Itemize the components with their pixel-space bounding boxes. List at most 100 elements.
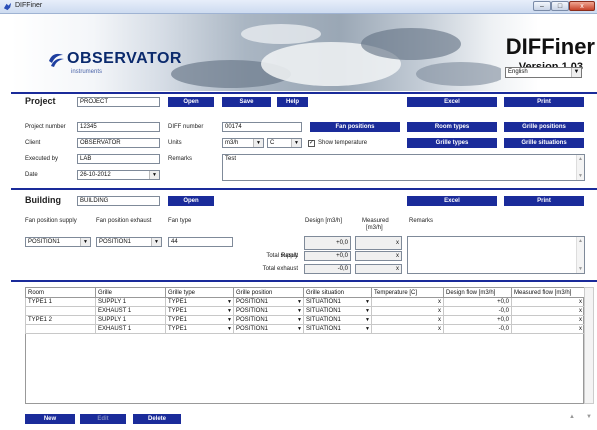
close-button[interactable]: x [569,1,595,11]
show-temperature-label: Show temperature [318,140,368,146]
diff-number-field[interactable]: 00174 [222,122,302,132]
observator-logo-icon [49,53,64,67]
grille-position-cell[interactable]: POSITION1 ▼ [233,306,304,316]
new-button[interactable]: New [25,414,75,424]
design-flow-cell[interactable]: +0,0 [443,297,512,307]
temperature-cell[interactable]: x [371,315,444,325]
delete-button[interactable]: Delete [133,414,181,424]
grille-type-value: TYPE1 [168,326,188,332]
grille-cell[interactable]: SUPPLY 1 [95,315,166,325]
logo-text: OBSERVATOR [67,50,182,67]
room-cell[interactable] [25,324,96,334]
table-row[interactable]: EXHAUST 1 TYPE1 ▼ POSITION1 ▼ SITUATION1 ▼ … [25,324,585,334]
building-open-button[interactable]: Open [168,196,214,206]
scroll-up-icon[interactable]: ▲ [569,414,575,420]
edit-button[interactable]: Edit [80,414,126,424]
chevron-down-icon: ▼ [227,308,232,314]
design-flow-cell[interactable]: +0,0 [443,315,512,325]
column-header[interactable]: Grille [95,287,166,298]
chevron-down-icon: ▼ [365,308,370,314]
design-column-label: Design [m3/h] [305,218,343,224]
project-help-button[interactable]: Help [277,97,308,107]
grid-scrollbar[interactable] [584,287,594,404]
minimize-button[interactable]: – [533,1,551,11]
project-print-button[interactable]: Print [504,97,584,107]
grille-position-cell[interactable]: POSITION1 ▼ [233,297,304,307]
chevron-down-icon: ▼ [227,299,232,305]
project-divider [11,92,597,94]
temperature-cell[interactable]: x [371,324,444,334]
scroll-down-icon[interactable]: ▼ [586,414,592,420]
project-open-button[interactable]: Open [168,97,214,107]
client-field[interactable]: OBSERVATOR [77,138,160,148]
room-types-button[interactable]: Room types [407,122,497,132]
column-header[interactable]: Design flow [m3/h] [443,287,512,298]
chevron-down-icon: ▼ [80,238,90,246]
grille-type-cell[interactable]: TYPE1 ▼ [165,306,234,316]
grille-cell[interactable]: SUPPLY 1 [95,297,166,307]
temperature-cell[interactable]: x [371,297,444,307]
grille-positions-button[interactable]: Grille positions [504,122,584,132]
building-excel-button[interactable]: Excel [407,196,497,206]
grille-types-button[interactable]: Grille types [407,138,497,148]
grille-situation-cell[interactable]: SITUATION1 ▼ [303,324,372,334]
grille-position-cell[interactable]: POSITION1 ▼ [233,315,304,325]
project-name-field[interactable]: PROJECT [77,97,160,107]
grille-type-cell[interactable]: TYPE1 ▼ [165,324,234,334]
column-header[interactable]: Grille position [233,287,304,298]
room-cell[interactable]: TYPE1 1 [25,297,96,307]
temperature-cell[interactable]: x [371,306,444,316]
project-number-field[interactable]: 12345 [77,122,160,132]
remarks-scrollbar[interactable]: ▲ ▼ [576,155,584,180]
language-select[interactable]: English ▼ [505,67,582,78]
fan-positions-button[interactable]: Fan positions [310,122,400,132]
grille-type-cell[interactable]: TYPE1 ▼ [165,297,234,307]
total-exhaust-design-value: -0,0 [304,264,351,274]
temperature-unit-select[interactable]: C ▼ [267,138,302,148]
maximize-button[interactable]: □ [551,1,569,11]
fan-supply-select[interactable]: POSITION1 ▼ [25,237,91,247]
measured-flow-cell[interactable]: x [511,324,585,334]
chevron-down-icon: ▼ [297,317,302,323]
show-temperature-checkbox[interactable]: ✓ [308,140,315,147]
grille-situation-cell[interactable]: SITUATION1 ▼ [303,297,372,307]
column-header[interactable]: Measured flow [m3/h] [511,287,585,298]
column-header[interactable]: Room [25,287,96,298]
flow-unit-select[interactable]: m3/h ▼ [222,138,264,148]
column-header[interactable]: Grille situation [303,287,372,298]
design-flow-cell[interactable]: -0,0 [443,324,512,334]
fan-type-field[interactable]: 44 [168,237,233,247]
grille-situation-cell[interactable]: SITUATION1 ▼ [303,315,372,325]
fan-exhaust-select[interactable]: POSITION1 ▼ [96,237,162,247]
building-name-field[interactable]: BUILDING [77,196,160,206]
table-row[interactable]: TYPE1 1 SUPPLY 1 TYPE1 ▼ POSITION1 ▼ SITUA… [25,297,585,307]
column-header[interactable]: Grille type [165,287,234,298]
measured-flow-cell[interactable]: x [511,315,585,325]
project-save-button[interactable]: Save [222,97,271,107]
room-cell[interactable] [25,306,96,316]
building-print-button[interactable]: Print [504,196,584,206]
executed-by-field[interactable]: LAB [77,154,160,164]
grille-cell[interactable]: EXHAUST 1 [95,306,166,316]
measured-flow-cell[interactable]: x [511,297,585,307]
grille-situation-cell[interactable]: SITUATION1 ▼ [303,306,372,316]
date-picker[interactable]: 26-10-2012 ▼ [77,170,160,180]
column-header[interactable]: Temperature [C] [371,287,444,298]
fan-type-label: Fan type [168,218,192,224]
building-remarks-textarea[interactable]: ▲ ▼ [407,236,585,274]
logo-subtext: instruments [71,69,103,75]
table-row[interactable]: EXHAUST 1 TYPE1 ▼ POSITION1 ▼ SITUATION1 ▼ … [25,306,585,316]
project-remarks-textarea[interactable]: Test ▲ ▼ [222,154,585,181]
building-remarks-scrollbar[interactable]: ▲ ▼ [576,237,584,273]
grille-type-cell[interactable]: TYPE1 ▼ [165,315,234,325]
fan-exhaust-label: Fan position exhaust [96,218,152,224]
table-row[interactable]: TYPE1 2 SUPPLY 1 TYPE1 ▼ POSITION1 ▼ SITUA… [25,315,585,325]
design-flow-cell[interactable]: -0,0 [443,306,512,316]
diff-number-label: DIFF number [168,124,204,130]
grille-cell[interactable]: EXHAUST 1 [95,324,166,334]
room-cell[interactable]: TYPE1 2 [25,315,96,325]
project-excel-button[interactable]: Excel [407,97,497,107]
grille-situations-button[interactable]: Grille situations [504,138,584,148]
measured-flow-cell[interactable]: x [511,306,585,316]
grille-position-cell[interactable]: POSITION1 ▼ [233,324,304,334]
